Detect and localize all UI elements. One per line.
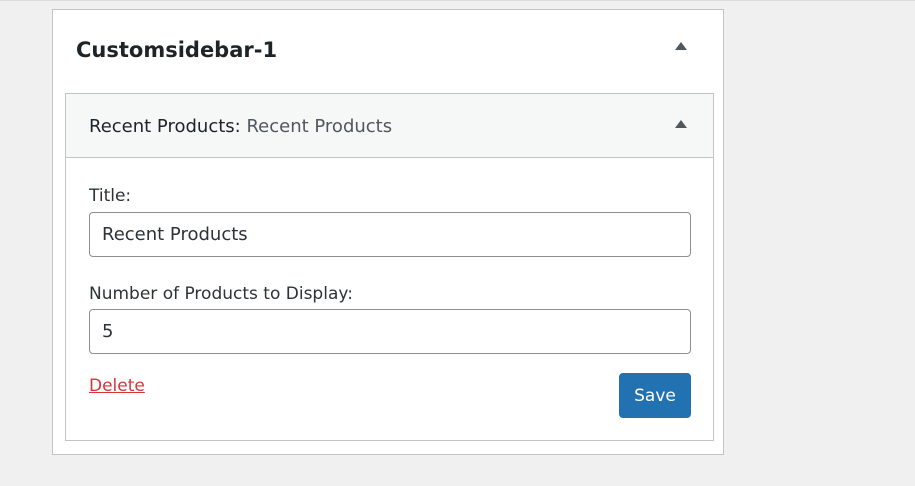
widgets-page: Customsidebar-1 Recent Products: Recent … <box>0 0 915 486</box>
delete-link[interactable]: Delete <box>89 376 145 396</box>
save-button[interactable]: Save <box>619 373 691 418</box>
arrow-up-icon[interactable] <box>675 42 687 50</box>
sidebar-title: Customsidebar-1 <box>76 38 278 62</box>
product-count-input[interactable] <box>89 309 691 354</box>
custom-sidebar-panel: Customsidebar-1 Recent Products: Recent … <box>52 9 724 455</box>
title-input[interactable] <box>89 212 691 257</box>
widget-title: Recent Products: Recent Products <box>89 116 392 137</box>
arrow-up-icon[interactable] <box>675 120 687 128</box>
title-label: Title: <box>89 186 132 206</box>
recent-products-widget: Recent Products: Recent Products Title: … <box>65 93 714 441</box>
sidebar-header[interactable]: Customsidebar-1 <box>53 10 723 94</box>
widget-header[interactable]: Recent Products: Recent Products <box>66 94 713 158</box>
top-divider <box>0 0 915 1</box>
widget-subtitle: Recent Products <box>246 116 393 137</box>
widget-name: Recent Products: <box>89 116 241 137</box>
product-count-label: Number of Products to Display: <box>89 284 353 304</box>
